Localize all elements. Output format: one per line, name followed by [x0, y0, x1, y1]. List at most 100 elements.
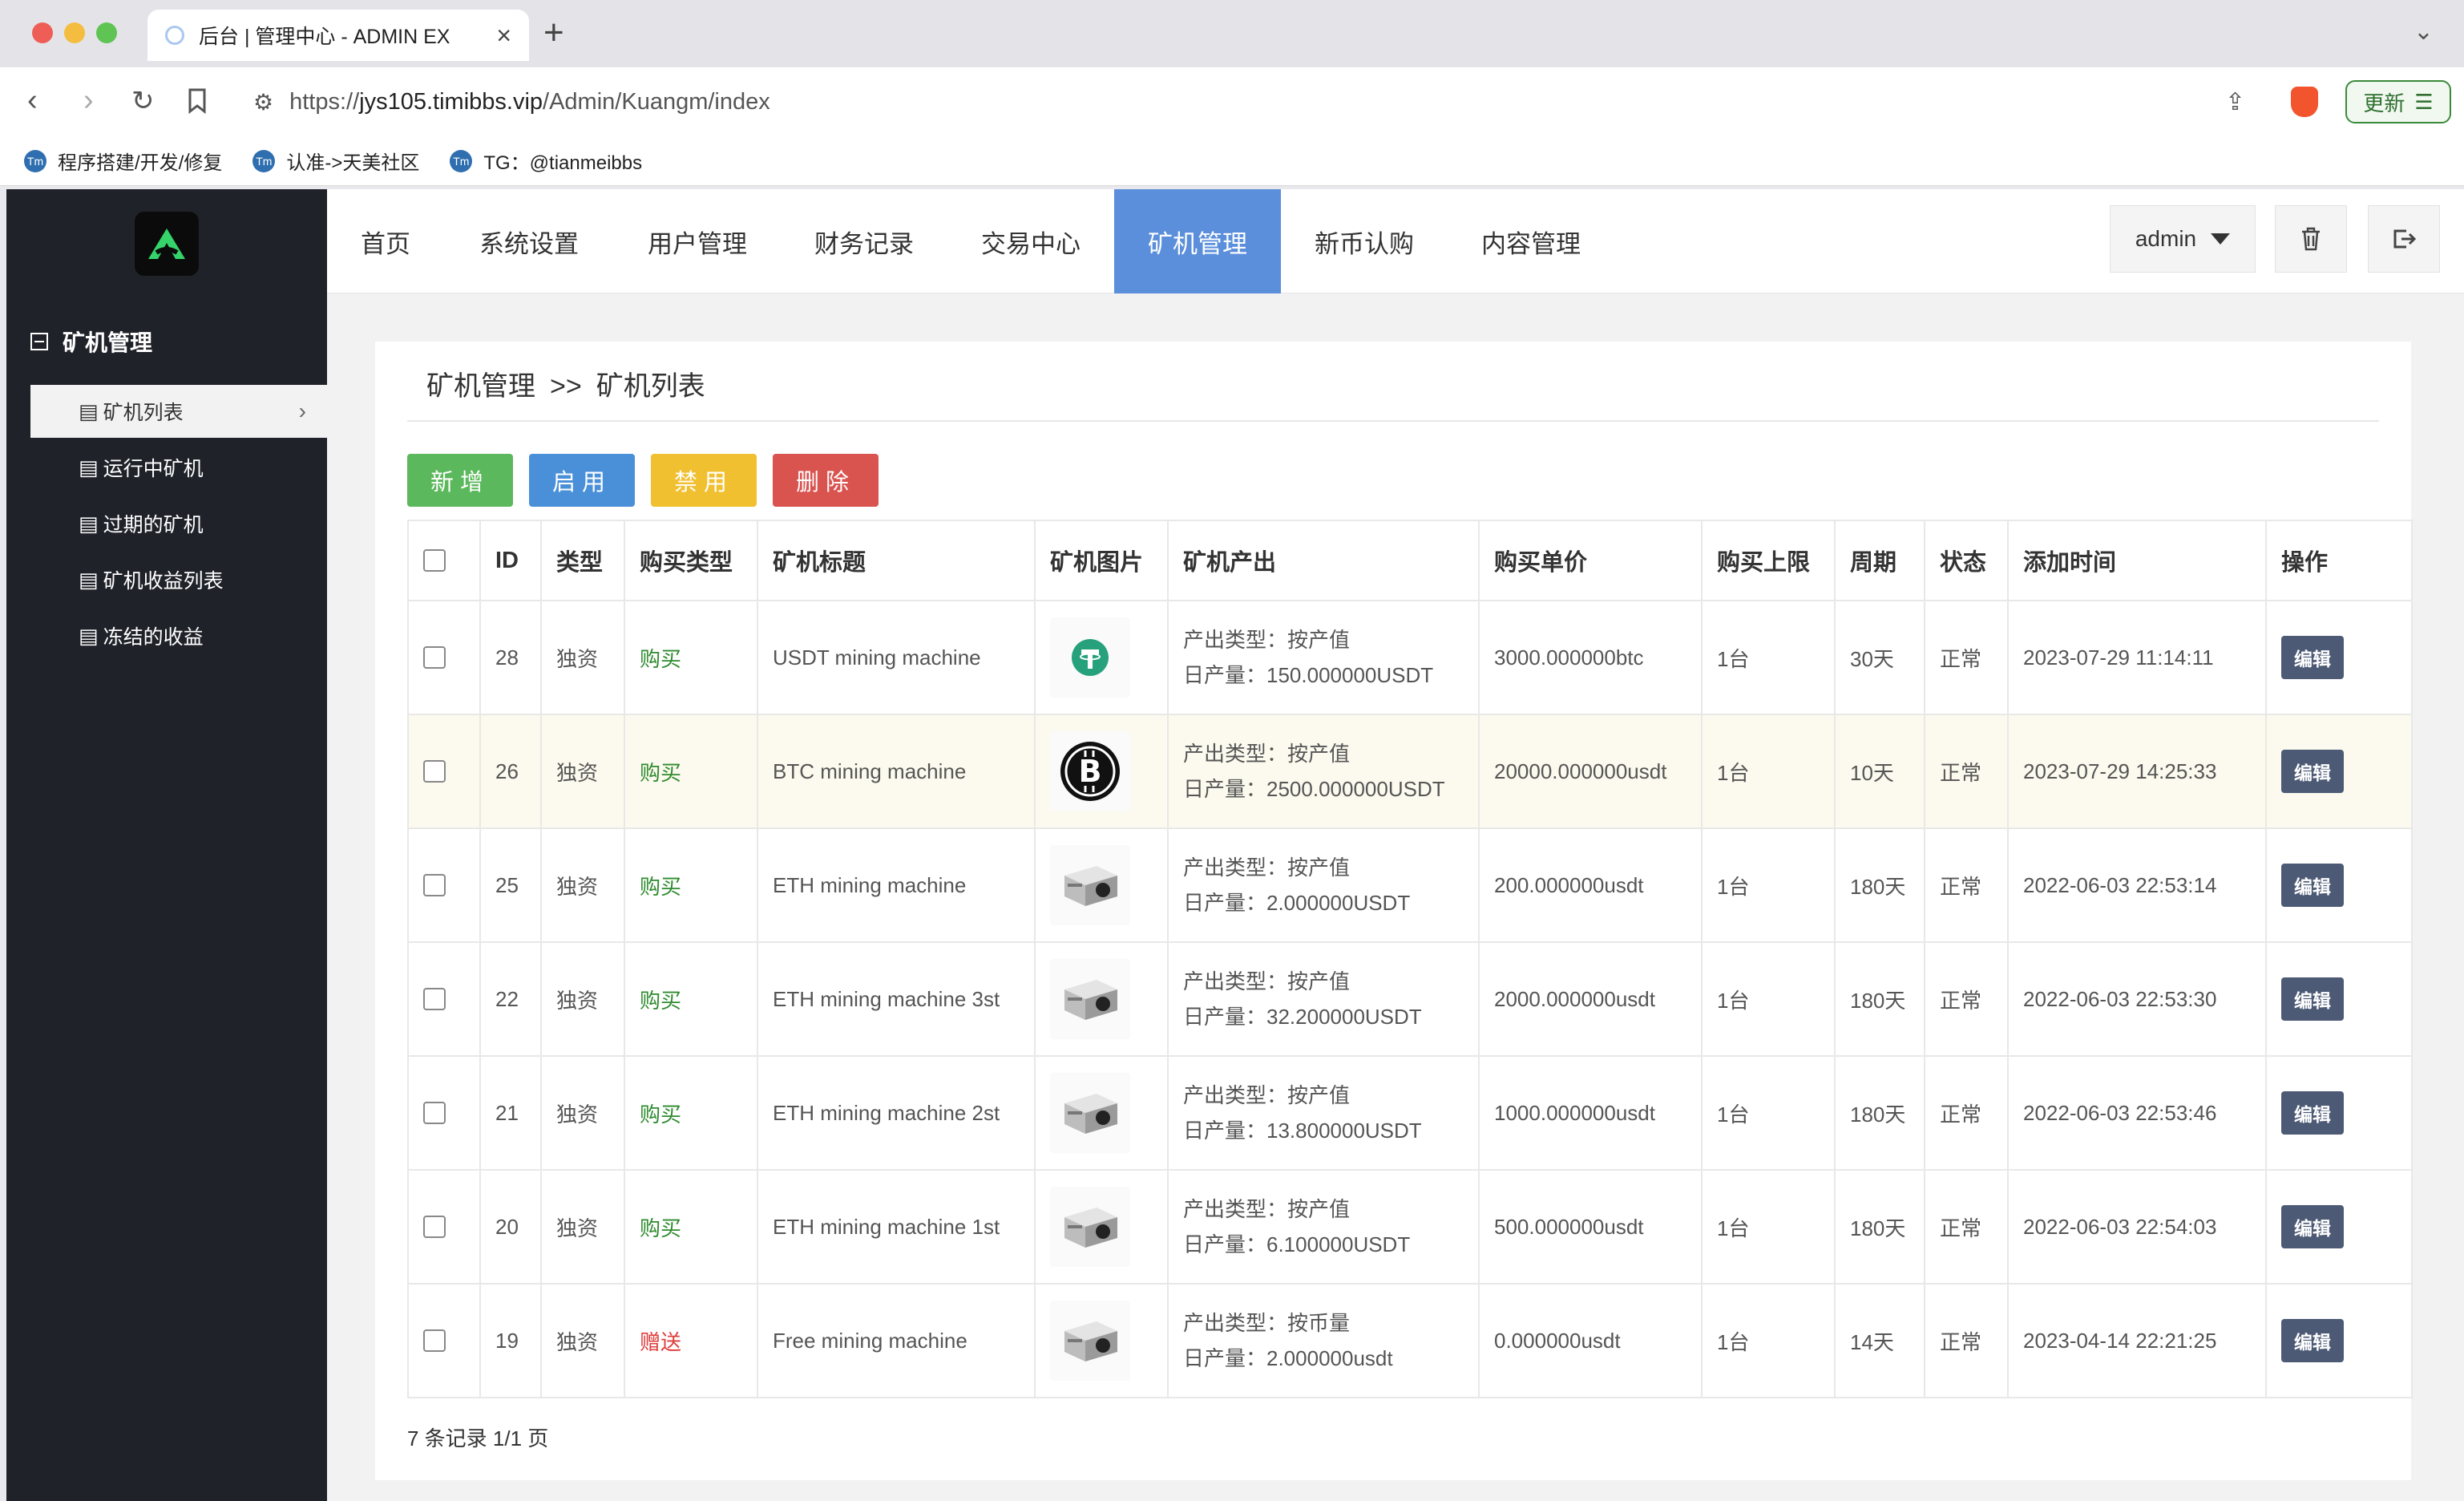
- row-checkbox[interactable]: [423, 1329, 446, 1352]
- buy-type-cell: 购买: [624, 600, 758, 715]
- edit-button[interactable]: 编辑: [2281, 636, 2344, 679]
- row-checkbox[interactable]: [423, 646, 446, 669]
- tab-system-settings[interactable]: 系统设置: [444, 189, 614, 293]
- bookmark-icon[interactable]: [188, 88, 207, 120]
- time-cell: 2022-06-03 22:53:14: [2007, 827, 2267, 943]
- site-settings-icon[interactable]: ⚙: [253, 89, 273, 115]
- svg-text:B: B: [1079, 754, 1102, 789]
- buy-type-cell: 购买: [624, 941, 758, 1057]
- daily-output: 日产量：32.200000USDT: [1183, 1005, 1422, 1029]
- logo[interactable]: [135, 212, 199, 276]
- image-cell: [1034, 600, 1169, 715]
- row-checkbox[interactable]: [423, 1216, 446, 1238]
- tab-trading-center[interactable]: 交易中心: [947, 189, 1114, 293]
- mining-rig-icon: [1064, 980, 1117, 1020]
- sidebar: 矿机管理 ▤ 矿机列表 › ▤ 运行中矿机 ▤ 过期的矿机 ▤ 矿机收益列表 ▤…: [6, 189, 327, 1501]
- table-row: 20 独资 购买 ETH mining machine 1st 产出类型：按产值…: [407, 1169, 2413, 1285]
- maximize-window-button[interactable]: [96, 22, 117, 43]
- sidebar-item-miner-list[interactable]: ▤ 矿机列表 ›: [30, 385, 327, 438]
- time-cell: 2022-06-03 22:53:30: [2007, 941, 2267, 1057]
- price-cell: 2000.000000usdt: [1478, 941, 1703, 1057]
- forward-icon[interactable]: ›: [83, 83, 94, 118]
- back-icon[interactable]: ‹: [27, 83, 38, 118]
- close-tab-icon[interactable]: ×: [496, 21, 511, 51]
- tab-new-coin-subscription[interactable]: 新币认购: [1281, 189, 1448, 293]
- tab-user-management[interactable]: 用户管理: [614, 189, 781, 293]
- tab-home[interactable]: 首页: [327, 189, 444, 293]
- browser-tab[interactable]: 后台 | 管理中心 - ADMIN EX ×: [147, 10, 529, 61]
- breadcrumb-parent[interactable]: 矿机管理: [426, 371, 535, 402]
- btc-coin-icon: B: [1060, 742, 1120, 801]
- minimize-window-button[interactable]: [64, 22, 85, 43]
- bookmark-item[interactable]: Tm TG：@tianmeibbs: [450, 147, 642, 175]
- row-checkbox[interactable]: [423, 1102, 446, 1124]
- new-tab-icon[interactable]: +: [543, 13, 564, 53]
- image-cell: B: [1034, 714, 1169, 829]
- row-checkbox[interactable]: [423, 874, 446, 896]
- edit-button[interactable]: 编辑: [2281, 1091, 2344, 1135]
- brave-shield-icon[interactable]: [2291, 87, 2318, 117]
- tab-content-management[interactable]: 内容管理: [1448, 189, 1614, 293]
- user-menu-button[interactable]: admin: [2110, 205, 2256, 273]
- url-host: jys105.timibbs.vip: [359, 88, 543, 115]
- bookmark-item[interactable]: Tm 程序搭建/开发/修复: [24, 147, 222, 175]
- enable-button[interactable]: 启用: [529, 454, 635, 507]
- disable-button[interactable]: 禁用: [651, 454, 757, 507]
- sidebar-group-mining[interactable]: 矿机管理: [30, 326, 152, 358]
- action-cell: 编辑: [2265, 1283, 2413, 1398]
- sidebar-item-running-miners[interactable]: ▤ 运行中矿机: [30, 441, 327, 494]
- price-cell: 3000.000000btc: [1478, 600, 1703, 715]
- bookmark-favicon-icon: Tm: [24, 149, 46, 172]
- reload-icon[interactable]: ↻: [131, 85, 155, 117]
- image-cell: [1034, 827, 1169, 943]
- output-type: 产出类型：按产值: [1183, 969, 1351, 993]
- bookmark-item[interactable]: Tm 认准->天美社区: [252, 147, 419, 175]
- status-cell: 正常: [1924, 827, 2009, 943]
- bookmark-favicon-icon: Tm: [450, 149, 473, 172]
- edit-button[interactable]: 编辑: [2281, 864, 2344, 907]
- price-cell: 500.000000usdt: [1478, 1169, 1703, 1285]
- id-cell: 28: [479, 600, 542, 715]
- row-checkbox[interactable]: [423, 988, 446, 1010]
- document-icon: ▤: [79, 623, 99, 648]
- sidebar-item-miner-income[interactable]: ▤ 矿机收益列表: [30, 553, 327, 606]
- close-window-button[interactable]: [32, 22, 53, 43]
- output-type: 产出类型：按产值: [1183, 856, 1351, 880]
- logout-icon: [2393, 229, 2416, 249]
- action-cell: 编辑: [2265, 1169, 2413, 1285]
- breadcrumb-separator: >>: [550, 371, 582, 402]
- update-button[interactable]: 更新 ☰: [2345, 80, 2451, 123]
- edit-button[interactable]: 编辑: [2281, 1205, 2344, 1248]
- select-all-checkbox[interactable]: [423, 549, 446, 572]
- tab-finance-records[interactable]: 财务记录: [781, 189, 947, 293]
- sidebar-item-expired-miners[interactable]: ▤ 过期的矿机: [30, 497, 327, 550]
- miner-image: [1050, 617, 1130, 698]
- limit-cell: 1台: [1701, 1283, 1836, 1398]
- logout-button[interactable]: [2368, 205, 2440, 273]
- sidebar-item-frozen-income[interactable]: ▤ 冻结的收益: [30, 609, 327, 662]
- column-header: 购买上限: [1701, 520, 1836, 601]
- bookmark-favicon-icon: Tm: [252, 149, 276, 172]
- output-cell: 产出类型：按产值 日产量：2500.000000USDT: [1167, 714, 1480, 829]
- tab-miner-management[interactable]: 矿机管理: [1114, 189, 1281, 293]
- url-input[interactable]: ⚙ https://jys105.timibbs.vip/Admin/Kuang…: [237, 79, 2233, 125]
- action-cell: 编辑: [2265, 1055, 2413, 1171]
- select-cell: [407, 1283, 481, 1398]
- edit-button[interactable]: 编辑: [2281, 1319, 2344, 1362]
- id-cell: 19: [479, 1283, 542, 1398]
- daily-output: 日产量：150.000000USDT: [1183, 663, 1434, 687]
- edit-button[interactable]: 编辑: [2281, 977, 2344, 1021]
- status-cell: 正常: [1924, 600, 2009, 715]
- share-icon[interactable]: ⇪: [2225, 88, 2245, 116]
- add-button[interactable]: 新增: [407, 454, 513, 507]
- row-checkbox[interactable]: [423, 760, 446, 783]
- delete-button[interactable]: 删除: [773, 454, 879, 507]
- title-cell: ETH mining machine 1st: [757, 1169, 1036, 1285]
- edit-button[interactable]: 编辑: [2281, 750, 2344, 793]
- document-icon: ▤: [79, 399, 99, 423]
- status-cell: 正常: [1924, 714, 2009, 829]
- chevron-down-icon[interactable]: ⌄: [2414, 18, 2434, 46]
- status-cell: 正常: [1924, 1169, 2009, 1285]
- sidebar-item-label: 矿机列表: [103, 402, 184, 424]
- clear-cache-button[interactable]: [2275, 205, 2347, 273]
